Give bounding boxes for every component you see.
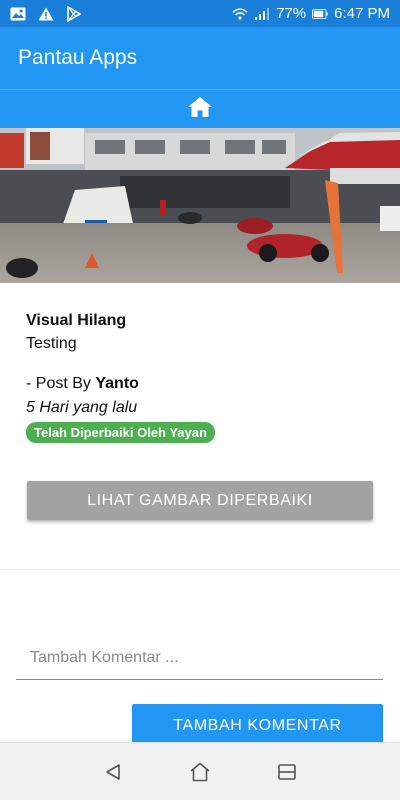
play-store-icon: [66, 5, 82, 22]
app-bar: Pantau Apps: [0, 27, 400, 89]
comment-input[interactable]: [16, 636, 383, 680]
post-content: Visual Hilang Testing - Post By Yanto 5 …: [26, 310, 376, 443]
status-bar: 77% 6:47 PM: [0, 0, 400, 27]
back-icon[interactable]: [98, 757, 128, 787]
battery-icon: [312, 6, 328, 22]
warning-icon: [38, 6, 54, 22]
post-description: Testing: [26, 335, 77, 352]
signal-icon: [254, 6, 270, 22]
post-author-line: - Post By Yanto: [26, 372, 376, 396]
street-scene-image: [0, 128, 400, 283]
post-photo[interactable]: [0, 128, 400, 283]
app-title: Pantau Apps: [18, 46, 138, 69]
post-author: Yanto: [95, 375, 139, 392]
battery-percent: 77%: [276, 5, 307, 22]
home-strip: [0, 89, 400, 128]
wifi-icon: [232, 6, 248, 22]
post-title: Visual Hilang: [26, 312, 127, 329]
status-badge: Telah Diperbaiki Oleh Yayan: [26, 422, 215, 443]
recents-icon[interactable]: [272, 757, 302, 787]
post-time-ago: 5 Hari yang lalu: [26, 399, 138, 416]
clock: 6:47 PM: [334, 5, 390, 22]
post-by-prefix: - Post By: [26, 375, 96, 392]
divider: [0, 569, 400, 570]
image-icon: [10, 6, 26, 22]
system-nav-bar: [0, 742, 400, 800]
home-icon[interactable]: [185, 757, 215, 787]
view-fixed-image-button[interactable]: LIHAT GAMBAR DIPERBAIKI: [27, 481, 373, 520]
home-icon[interactable]: [187, 96, 213, 123]
